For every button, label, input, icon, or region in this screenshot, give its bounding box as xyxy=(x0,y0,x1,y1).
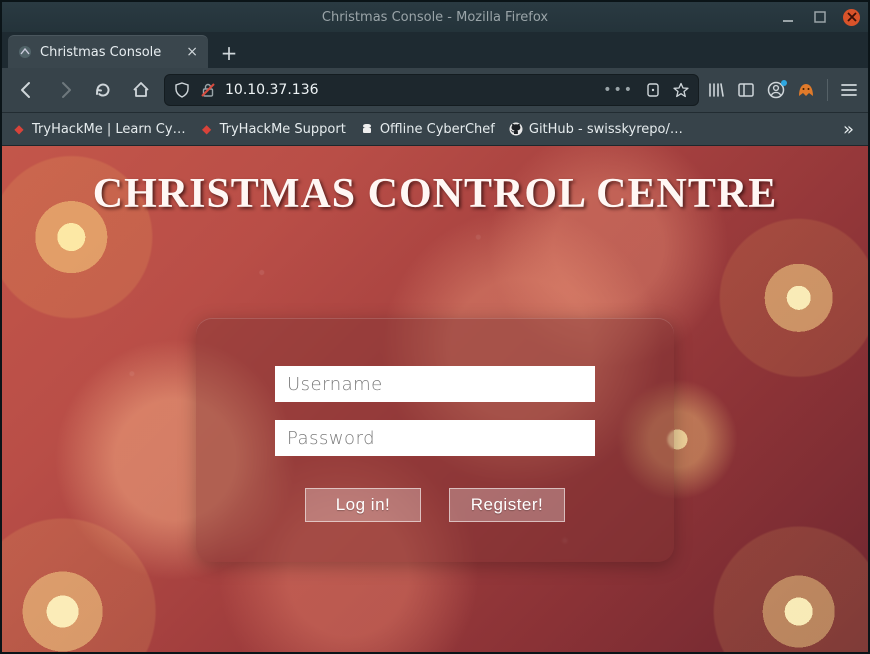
maximize-button[interactable] xyxy=(811,8,829,26)
bookmark-label: GitHub - swisskyrepo/… xyxy=(529,122,683,137)
bookmark-label: Offline CyberChef xyxy=(380,122,495,137)
insecure-connection-icon[interactable] xyxy=(199,81,217,99)
hamburger-menu-icon[interactable] xyxy=(840,81,858,99)
urlbar-page-actions: ••• xyxy=(603,81,690,99)
login-button[interactable]: Log in! xyxy=(305,488,421,522)
bookmark-github-swisskyrepo[interactable]: GitHub - swisskyrepo/… xyxy=(509,122,683,137)
bookmark-label: TryHackMe Support xyxy=(220,122,346,137)
login-card: Log in! Register! xyxy=(196,318,674,562)
bookmarks-toolbar: ◆ TryHackMe | Learn Cy… ◆ TryHackMe Supp… xyxy=(2,113,868,146)
tab-label: Christmas Console xyxy=(40,45,161,60)
url-text: 10.10.37.136 xyxy=(225,82,595,98)
register-button[interactable]: Register! xyxy=(449,488,565,522)
username-input[interactable] xyxy=(275,366,595,402)
home-button[interactable] xyxy=(126,75,156,105)
navigation-toolbar: 10.10.37.136 ••• xyxy=(2,68,868,113)
library-icon[interactable] xyxy=(707,81,725,99)
bookmarks-overflow-icon[interactable]: » xyxy=(843,119,858,140)
toolbar-right-icons xyxy=(707,79,858,101)
forward-button[interactable] xyxy=(50,75,80,105)
page-title: CHRISTMAS CONTROL CENTRE xyxy=(93,170,777,218)
bookmark-offline-cyberchef[interactable]: Offline CyberChef xyxy=(360,122,495,137)
reader-mode-icon[interactable] xyxy=(644,81,662,99)
firefox-window: Christmas Console - Mozilla Firefox Chri… xyxy=(0,0,870,654)
button-row: Log in! Register! xyxy=(305,488,565,522)
tab-favicon-icon xyxy=(18,45,32,59)
window-title: Christmas Console - Mozilla Firefox xyxy=(2,10,868,25)
password-input[interactable] xyxy=(275,420,595,456)
close-button[interactable] xyxy=(843,9,860,26)
reload-button[interactable] xyxy=(88,75,118,105)
bookmark-star-icon[interactable] xyxy=(672,81,690,99)
extension-foxyproxy-icon[interactable] xyxy=(797,81,815,99)
page-viewport: CHRISTMAS CONTROL CENTRE Log in! Registe… xyxy=(2,146,868,652)
page-content: CHRISTMAS CONTROL CENTRE Log in! Registe… xyxy=(2,146,868,652)
window-controls xyxy=(779,8,860,26)
bookmark-tryhackme-learn[interactable]: ◆ TryHackMe | Learn Cy… xyxy=(12,122,186,137)
account-icon[interactable] xyxy=(767,81,785,99)
bookmark-favicon-icon: ◆ xyxy=(12,122,26,136)
titlebar: Christmas Console - Mozilla Firefox xyxy=(2,2,868,32)
bookmark-label: TryHackMe | Learn Cy… xyxy=(32,122,186,137)
tab-close-icon[interactable]: × xyxy=(186,44,198,60)
new-tab-button[interactable]: + xyxy=(214,38,244,68)
shield-icon[interactable] xyxy=(173,81,191,99)
back-button[interactable] xyxy=(12,75,42,105)
bookmark-favicon-icon: ◆ xyxy=(200,122,214,136)
minimize-button[interactable] xyxy=(779,8,797,26)
tab-strip: Christmas Console × + xyxy=(2,32,868,68)
bookmark-favicon-icon xyxy=(509,122,523,136)
tab-christmas-console[interactable]: Christmas Console × xyxy=(8,35,208,68)
bookmark-favicon-icon xyxy=(360,122,374,136)
page-actions-ellipsis-icon[interactable]: ••• xyxy=(603,82,634,98)
bookmark-tryhackme-support[interactable]: ◆ TryHackMe Support xyxy=(200,122,346,137)
sidebar-icon[interactable] xyxy=(737,81,755,99)
url-bar[interactable]: 10.10.37.136 ••• xyxy=(164,74,699,106)
